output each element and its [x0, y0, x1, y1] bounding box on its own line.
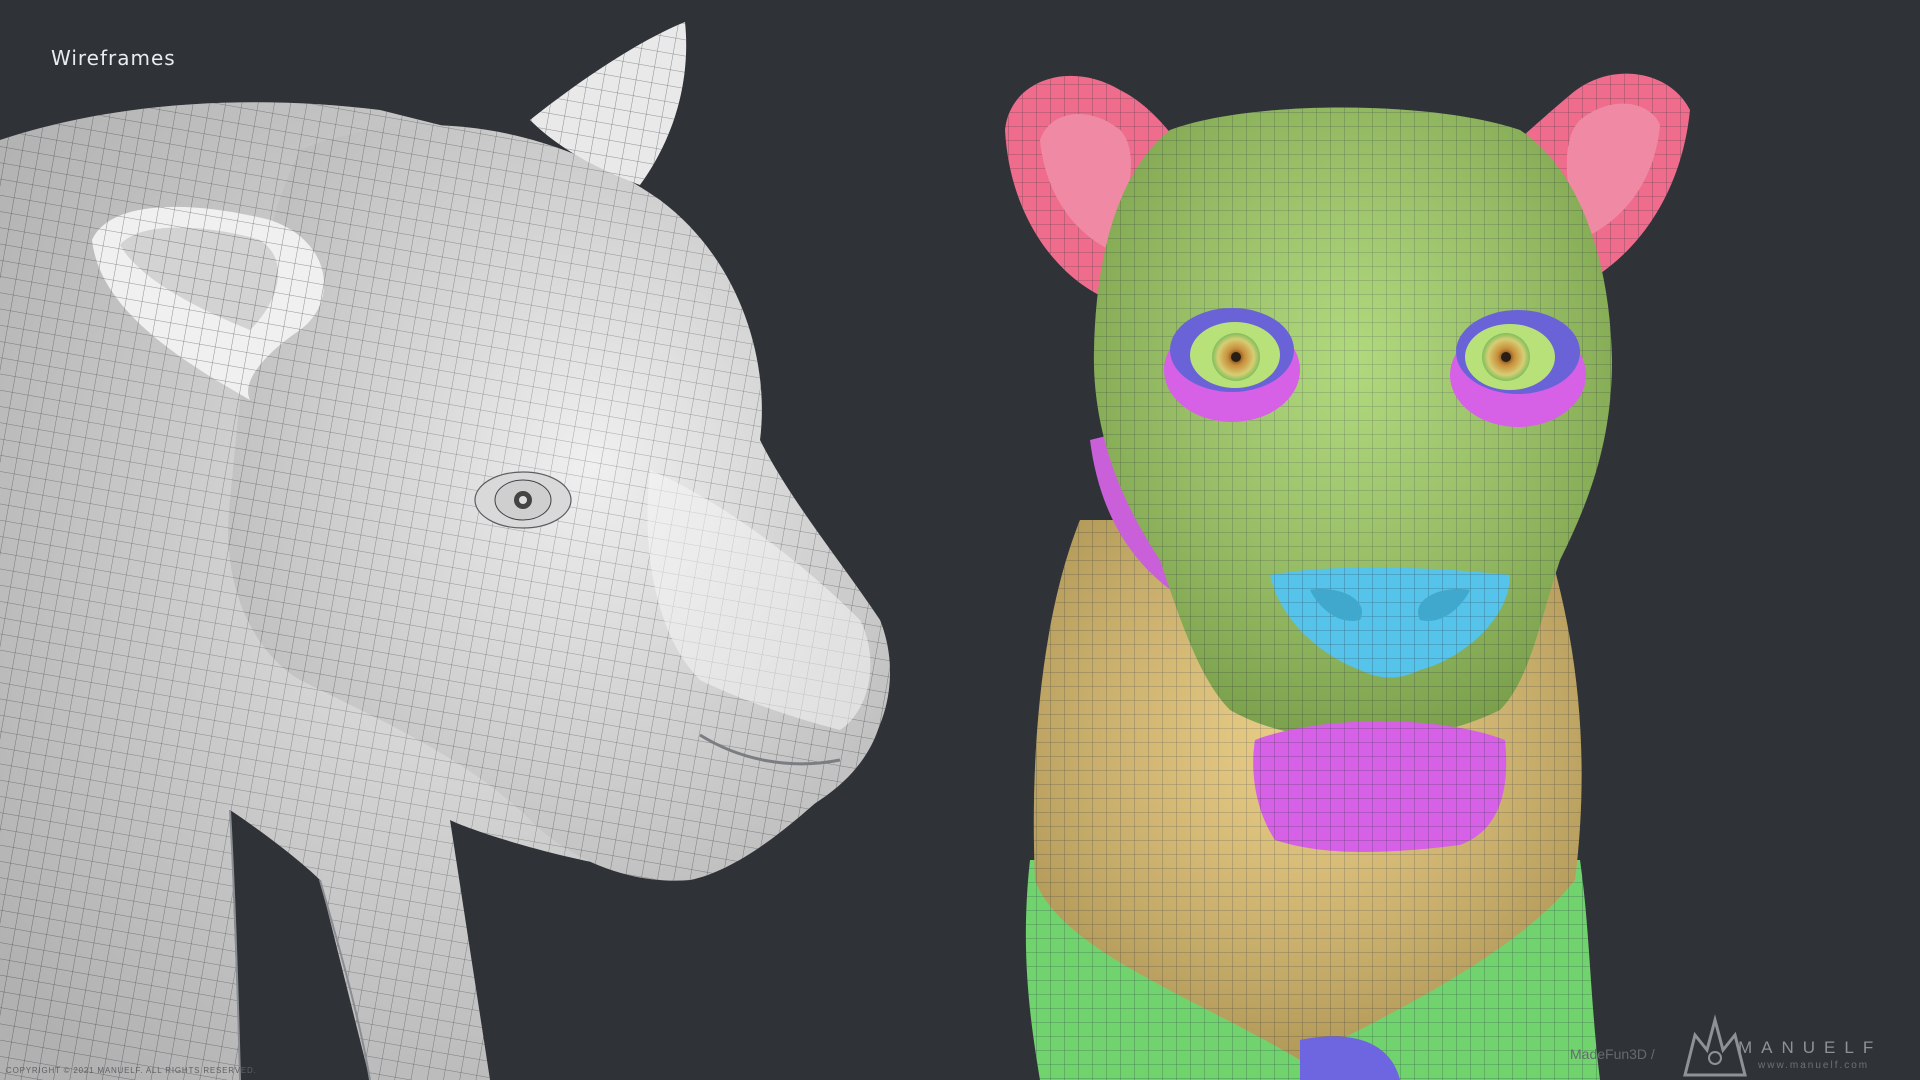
brand-name: MANUELF [1738, 1038, 1883, 1057]
eye [1164, 308, 1300, 422]
colored-wireframe-model [1005, 73, 1690, 1080]
brand-url: www.manuelf.com [1758, 1060, 1870, 1071]
white-wireframe-model [0, 22, 890, 1080]
copyright-text: COPYRIGHT © 2021 MANUELF. ALL RIGHTS RES… [6, 1066, 257, 1075]
credit-text: MadeFun3D / [1570, 1046, 1655, 1062]
manuelf-logo [1683, 1014, 1747, 1077]
wireframe-render [0, 22, 1747, 1080]
page-title: Wireframes [51, 46, 176, 70]
eye [474, 471, 572, 529]
eye [1450, 310, 1586, 427]
